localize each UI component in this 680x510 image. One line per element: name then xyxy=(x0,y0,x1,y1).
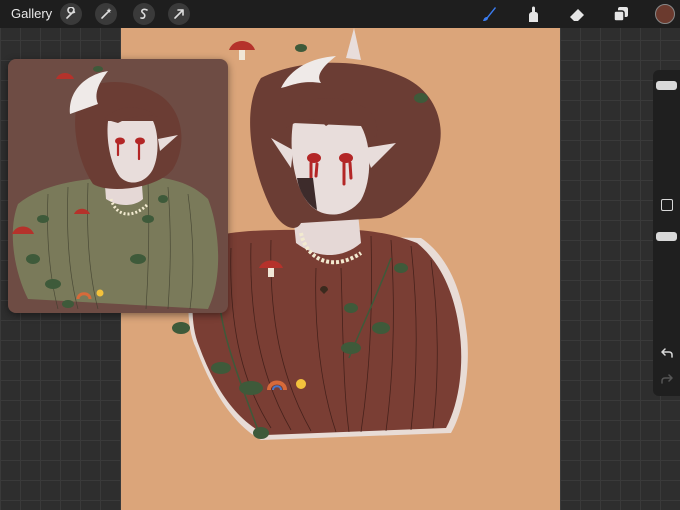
character-illustration-reference xyxy=(8,59,228,313)
transform-arrow-icon[interactable] xyxy=(168,3,190,25)
eraser-icon[interactable] xyxy=(565,3,589,25)
smudge-icon[interactable] xyxy=(521,3,545,25)
top-toolbar: Gallery xyxy=(0,0,680,28)
brush-size-slider[interactable] xyxy=(656,81,677,90)
wrench-icon[interactable] xyxy=(60,3,82,25)
redo-icon[interactable] xyxy=(660,373,674,385)
gallery-button[interactable]: Gallery xyxy=(11,6,52,21)
color-swatch-button[interactable] xyxy=(655,4,675,24)
opacity-slider[interactable] xyxy=(656,232,677,241)
undo-icon[interactable] xyxy=(660,347,674,359)
magic-wand-icon[interactable] xyxy=(95,3,117,25)
brush-icon[interactable] xyxy=(477,3,501,25)
selection-icon[interactable] xyxy=(133,3,155,25)
right-sidebar xyxy=(653,70,680,396)
modify-button[interactable] xyxy=(661,199,673,211)
layers-icon[interactable] xyxy=(609,3,633,25)
reference-window[interactable] xyxy=(8,59,228,313)
